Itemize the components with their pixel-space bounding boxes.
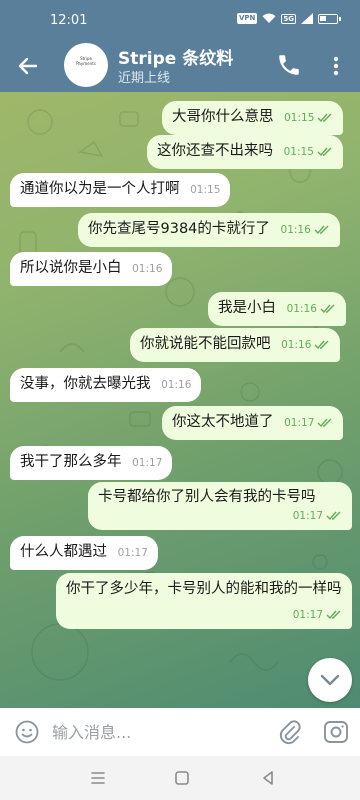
message-time: 01:16 bbox=[161, 379, 192, 391]
message-meta: 01:17 bbox=[278, 413, 333, 433]
message-time: 01:15 bbox=[283, 146, 314, 158]
double-check-icon bbox=[326, 511, 341, 521]
paperclip-icon[interactable] bbox=[276, 718, 302, 746]
message-text: 你先查尾号9384的卡就行了 bbox=[88, 221, 270, 237]
message-text: 大哥你什么意思 bbox=[172, 109, 274, 125]
scroll-down-button[interactable] bbox=[308, 658, 352, 702]
message-text: 所以说你是小白 bbox=[20, 260, 122, 276]
message-meta: 01:17 bbox=[126, 453, 162, 473]
phone-icon[interactable] bbox=[276, 52, 302, 78]
message-bubble-outgoing[interactable]: 大哥你什么意思 01:15 bbox=[162, 101, 344, 135]
battery-icon bbox=[318, 13, 341, 24]
message-bubble-outgoing[interactable]: 这你还查不出来吗 01:15 bbox=[147, 135, 343, 169]
emoji-icon[interactable] bbox=[14, 719, 40, 745]
chat-header: Stripe Payments Stripe 条纹料 近期上线 bbox=[0, 40, 360, 92]
double-check-icon bbox=[317, 418, 332, 428]
message-time: 01:16 bbox=[132, 263, 163, 275]
message-bubble-incoming[interactable]: 什么人都遇过 01:17 bbox=[10, 536, 158, 570]
message-meta: 01:17 bbox=[112, 543, 148, 563]
system-nav-bar bbox=[0, 756, 360, 800]
message-time: 01:17 bbox=[292, 609, 323, 621]
message-time: 01:16 bbox=[286, 303, 317, 315]
message-bubble-outgoing[interactable]: 你这太不地道了 01:17 bbox=[162, 406, 344, 440]
message-bubble-incoming[interactable]: 我干了那么多年 01:17 bbox=[10, 446, 173, 480]
message-text: 你就说能不能回款吧 bbox=[140, 336, 271, 352]
message-text: 你干了多少年，卡号别人的能和我的一样吗 bbox=[66, 581, 342, 597]
message-time: 01:16 bbox=[281, 339, 312, 351]
double-check-icon bbox=[314, 340, 329, 350]
message-text: 没事，你就去曝光我 bbox=[20, 376, 151, 392]
message-bubble-outgoing[interactable]: 你先查尾号9384的卡就行了 01:16 bbox=[78, 213, 340, 247]
message-meta: 01:17 bbox=[287, 605, 342, 625]
double-check-icon bbox=[314, 225, 329, 235]
message-bubble-incoming[interactable]: 所以说你是小白 01:16 bbox=[10, 252, 173, 286]
wifi-icon bbox=[262, 13, 276, 23]
chat-title[interactable]: Stripe 条纹料 bbox=[118, 44, 233, 69]
camera-icon[interactable] bbox=[322, 719, 350, 745]
message-text: 什么人都遇过 bbox=[20, 544, 107, 560]
message-time: 01:17 bbox=[117, 547, 148, 559]
back-triangle-icon[interactable] bbox=[258, 768, 278, 788]
message-bubble-outgoing[interactable]: 我是小白 01:16 bbox=[208, 292, 346, 326]
message-text: 通道你以为是一个人打啊 bbox=[20, 181, 180, 197]
double-check-icon bbox=[317, 113, 332, 123]
double-check-icon bbox=[317, 147, 332, 157]
message-meta: 01:15 bbox=[184, 180, 220, 200]
message-text: 我是小白 bbox=[218, 300, 276, 316]
vpn-icon: VPN bbox=[236, 13, 258, 24]
message-time: 01:17 bbox=[292, 510, 323, 522]
message-text: 你这太不地道了 bbox=[172, 414, 274, 430]
more-vertical-icon[interactable] bbox=[328, 52, 344, 80]
signal-icon bbox=[301, 13, 313, 24]
menu-icon[interactable] bbox=[88, 768, 108, 788]
message-text: 我干了那么多年 bbox=[20, 454, 122, 470]
message-bubble-incoming[interactable]: 没事，你就去曝光我 01:16 bbox=[10, 368, 202, 402]
message-time: 01:17 bbox=[284, 417, 315, 429]
message-composer bbox=[0, 708, 360, 756]
message-meta: 01:16 bbox=[155, 375, 191, 395]
message-meta: 01:16 bbox=[126, 259, 162, 279]
message-meta: 01:16 bbox=[275, 220, 330, 240]
message-time: 01:15 bbox=[284, 112, 315, 124]
status-bar: 12:01 VPN 5G bbox=[0, 0, 360, 40]
status-time: 12:01 bbox=[50, 13, 88, 28]
message-list[interactable]: 大哥你什么意思 01:15 这你还查不出来吗 01:15 通道你以为是一个人打啊… bbox=[0, 92, 360, 708]
message-meta: 01:17 bbox=[287, 506, 342, 526]
status-icons: VPN 5G bbox=[236, 13, 341, 24]
double-check-icon bbox=[320, 304, 335, 314]
message-time: 01:16 bbox=[280, 224, 311, 236]
message-meta: 01:16 bbox=[281, 299, 336, 319]
message-bubble-outgoing[interactable]: 你就说能不能回款吧 01:16 bbox=[130, 328, 341, 362]
message-meta: 01:15 bbox=[278, 108, 333, 128]
message-time: 01:17 bbox=[132, 457, 163, 469]
sim-icon: 5G bbox=[281, 13, 296, 24]
message-bubble-incoming[interactable]: 通道你以为是一个人打啊 01:15 bbox=[10, 173, 231, 207]
message-meta: 01:16 bbox=[275, 335, 330, 355]
message-bubble-outgoing[interactable]: 卡号都给你了别人会有我的卡号吗 01:17 bbox=[88, 482, 352, 530]
double-check-icon bbox=[326, 610, 341, 620]
avatar-text: Stripe Payments bbox=[76, 56, 96, 66]
message-text: 卡号都给你了别人会有我的卡号吗 bbox=[98, 489, 316, 505]
chevron-down-icon bbox=[320, 674, 340, 686]
chat-status: 近期上线 bbox=[118, 71, 171, 86]
message-input[interactable] bbox=[52, 718, 262, 746]
message-text: 这你还查不出来吗 bbox=[157, 143, 273, 159]
message-time: 01:15 bbox=[190, 184, 221, 196]
avatar[interactable]: Stripe Payments bbox=[64, 43, 108, 87]
home-icon[interactable] bbox=[172, 768, 192, 788]
message-bubble-outgoing[interactable]: 你干了多少年，卡号别人的能和我的一样吗 01:17 bbox=[56, 573, 352, 629]
back-arrow-icon[interactable] bbox=[14, 52, 42, 80]
message-meta: 01:15 bbox=[278, 142, 333, 162]
